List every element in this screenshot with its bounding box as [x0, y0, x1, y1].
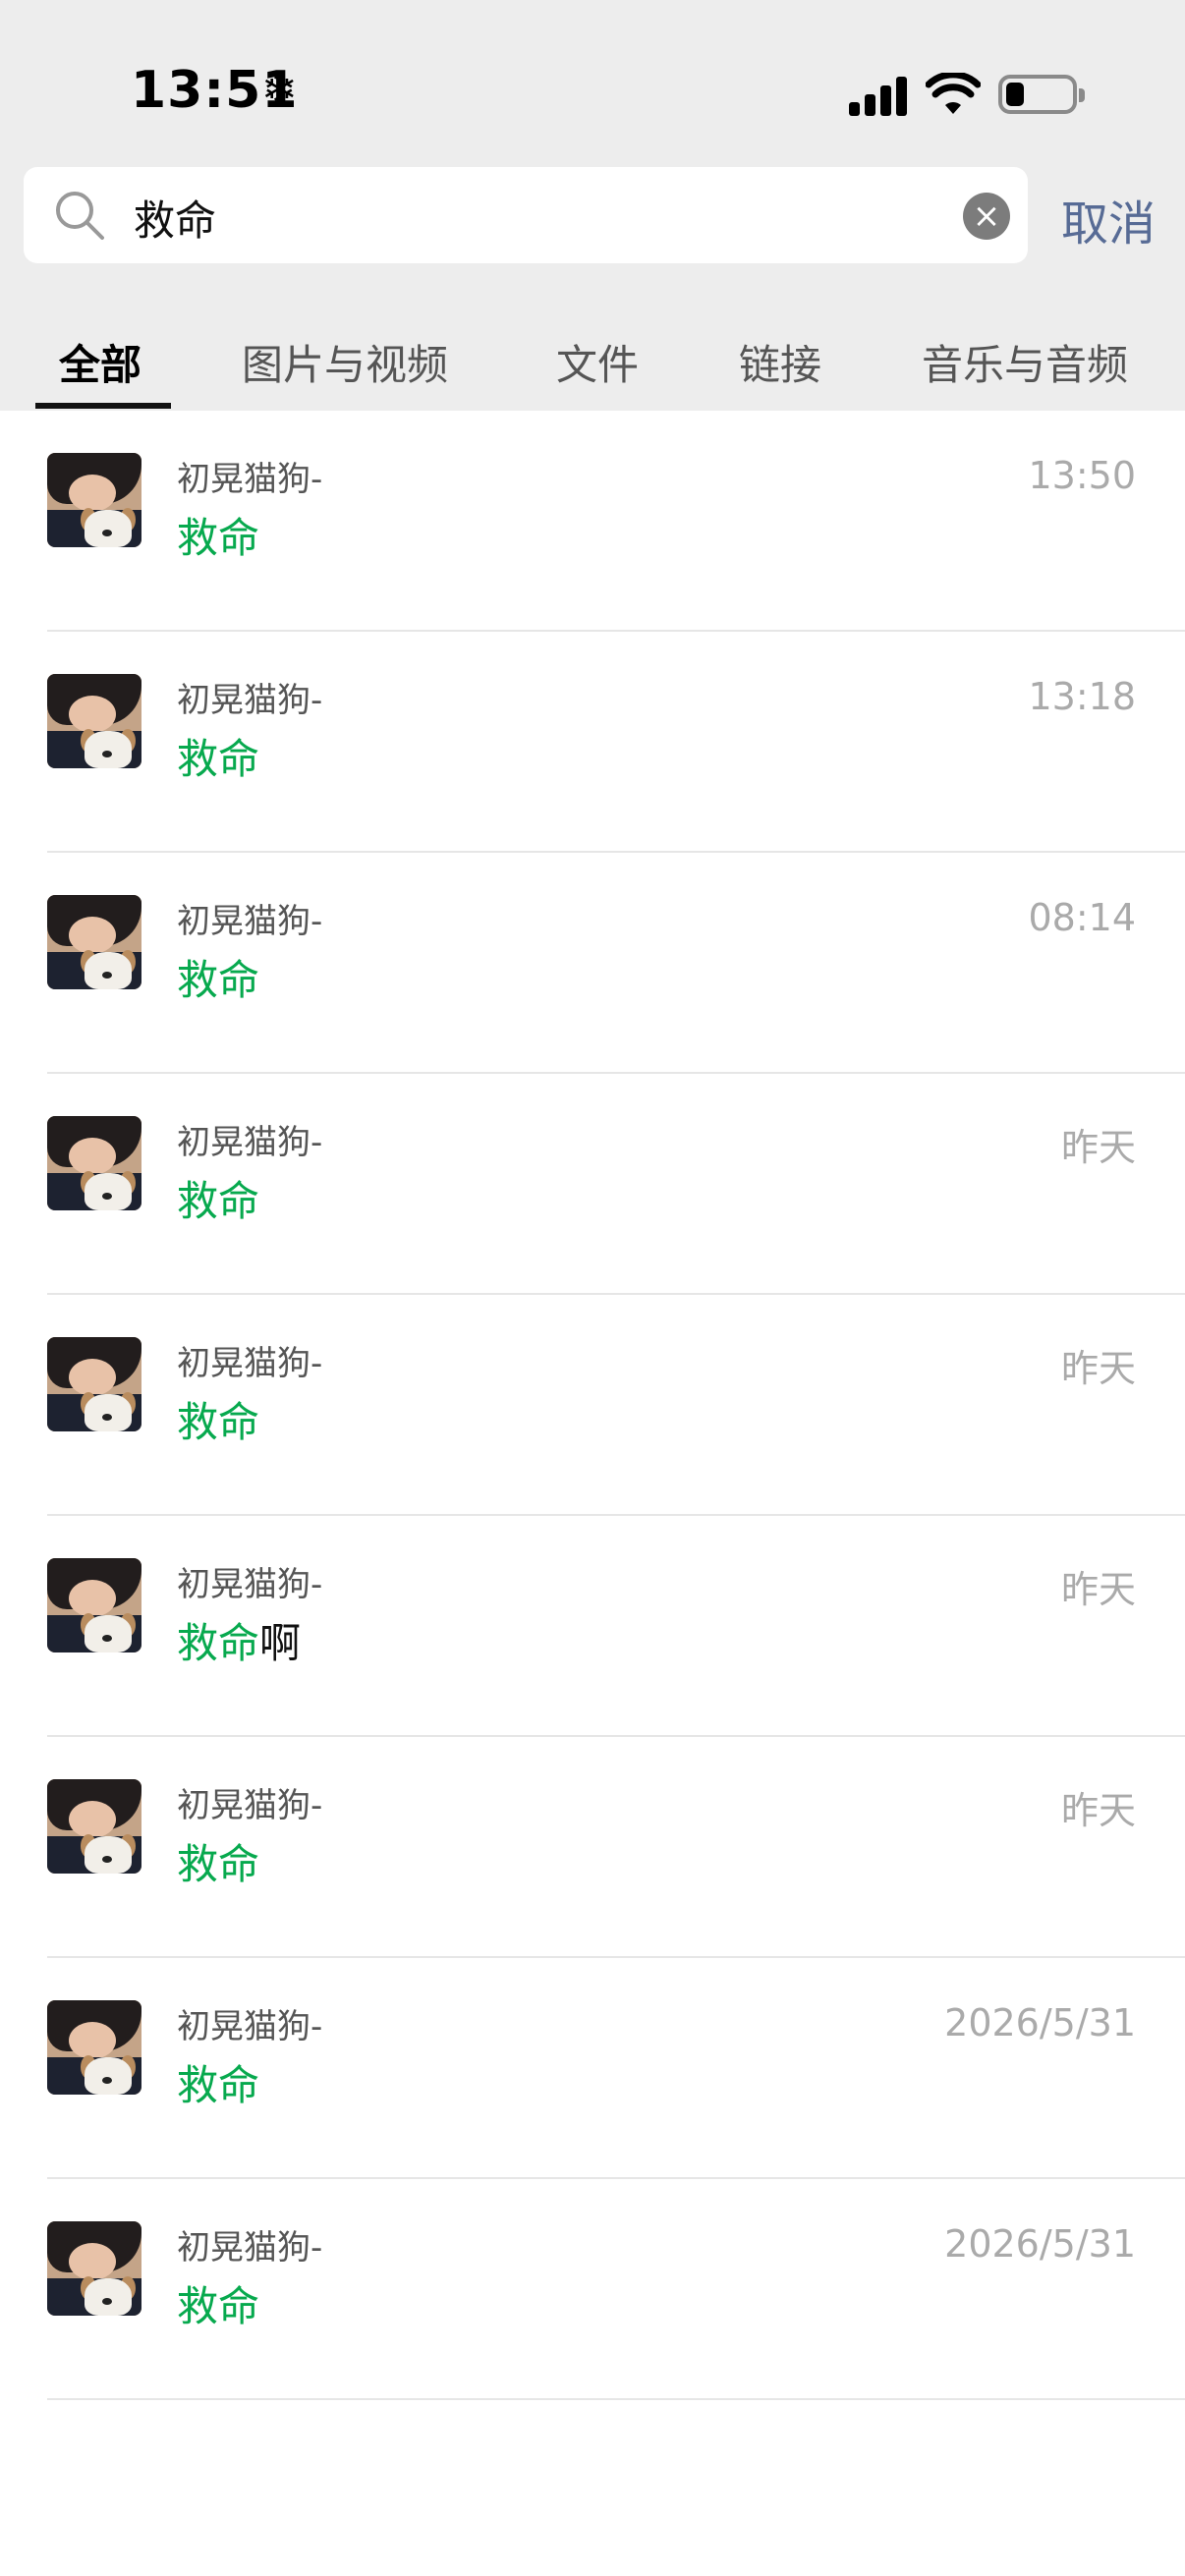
- message-preview: 救命: [177, 726, 259, 786]
- tab-music-audio[interactable]: 音乐与音频: [922, 332, 1128, 392]
- match-highlight: 救命: [177, 514, 260, 562]
- message-preview: 救命: [177, 1168, 259, 1228]
- message-preview: 救命啊: [177, 1610, 301, 1670]
- avatar[interactable]: [47, 2221, 141, 2316]
- search-bar[interactable]: 救命 ×: [24, 167, 1028, 263]
- match-highlight: 救命: [177, 735, 260, 783]
- match-highlight: 救命: [177, 1398, 260, 1446]
- clear-icon[interactable]: ×: [963, 193, 1010, 240]
- avatar[interactable]: [47, 1779, 141, 1874]
- match-highlight: 救命: [177, 1840, 260, 1888]
- snowflake-icon: ❄: [261, 65, 298, 115]
- contact-name: 初晃猫狗-: [177, 1344, 323, 1383]
- avatar[interactable]: [47, 674, 141, 768]
- contact-name: 初晃猫狗-: [177, 2007, 323, 2046]
- contact-name: 初晃猫狗-: [177, 1565, 323, 1604]
- result-row[interactable]: 初晃猫狗- 救命啊 昨天: [0, 1516, 1185, 1737]
- tab-images-videos[interactable]: 图片与视频: [242, 332, 448, 392]
- avatar[interactable]: [47, 1558, 141, 1652]
- match-highlight: 救命: [177, 2061, 260, 2109]
- message-time: 13:50: [1028, 454, 1136, 497]
- message-rest: 啊: [259, 1619, 302, 1667]
- message-time: 昨天: [1060, 1347, 1136, 1390]
- active-tab-indicator: [35, 403, 171, 409]
- search-input[interactable]: 救命: [134, 188, 216, 248]
- message-preview: 救命: [177, 1831, 259, 1891]
- message-preview: 救命: [177, 2273, 259, 2333]
- message-time: 2026/5/31: [944, 2001, 1136, 2044]
- contact-name: 初晃猫狗-: [177, 902, 323, 941]
- match-highlight: 救命: [177, 1619, 260, 1667]
- contact-name: 初晃猫狗-: [177, 460, 323, 499]
- message-preview: 救命: [177, 947, 259, 1007]
- cancel-button[interactable]: 取消: [1061, 185, 1156, 253]
- avatar[interactable]: [47, 895, 141, 989]
- divider: [47, 2398, 1185, 2400]
- match-highlight: 救命: [177, 956, 260, 1004]
- avatar[interactable]: [47, 1337, 141, 1431]
- search-icon: [56, 192, 104, 240]
- contact-name: 初晃猫狗-: [177, 1123, 323, 1162]
- result-row[interactable]: 初晃猫狗- 救命 2026/5/31: [0, 1958, 1185, 2179]
- message-time: 08:14: [1028, 896, 1136, 939]
- tab-all[interactable]: 全部: [59, 332, 141, 392]
- message-time: 昨天: [1060, 1789, 1136, 1832]
- contact-name: 初晃猫狗-: [177, 1786, 323, 1825]
- avatar[interactable]: [47, 1116, 141, 1210]
- message-time: 昨天: [1060, 1126, 1136, 1169]
- search-header: 13:51 ❄ 救命 × 取消 全部 图片与视频 文件 链接 音乐与音频: [0, 0, 1185, 411]
- message-time: 昨天: [1060, 1568, 1136, 1611]
- result-row[interactable]: 初晃猫狗- 救命 13:50: [0, 411, 1185, 632]
- battery-icon: [998, 75, 1085, 114]
- message-time: 13:18: [1028, 675, 1136, 718]
- result-row[interactable]: 初晃猫狗- 救命 昨天: [0, 1074, 1185, 1295]
- message-preview: 救命: [177, 2052, 259, 2112]
- tab-files[interactable]: 文件: [556, 332, 639, 392]
- wifi-icon: [926, 73, 981, 114]
- result-row[interactable]: 初晃猫狗- 救命 昨天: [0, 1295, 1185, 1516]
- tab-links[interactable]: 链接: [739, 332, 821, 392]
- contact-name: 初晃猫狗-: [177, 681, 323, 720]
- message-preview: 救命: [177, 505, 259, 565]
- cellular-signal-icon: [849, 77, 908, 116]
- match-highlight: 救命: [177, 2282, 260, 2330]
- result-row[interactable]: 初晃猫狗- 救命 昨天: [0, 1737, 1185, 1958]
- match-highlight: 救命: [177, 1177, 260, 1225]
- avatar[interactable]: [47, 453, 141, 547]
- result-row[interactable]: 初晃猫狗- 救命 2026/5/31: [0, 2179, 1185, 2400]
- message-preview: 救命: [177, 1389, 259, 1449]
- contact-name: 初晃猫狗-: [177, 2228, 323, 2268]
- avatar[interactable]: [47, 2000, 141, 2095]
- result-row[interactable]: 初晃猫狗- 救命 13:18: [0, 632, 1185, 853]
- result-row[interactable]: 初晃猫狗- 救命 08:14: [0, 853, 1185, 1074]
- message-time: 2026/5/31: [944, 2222, 1136, 2266]
